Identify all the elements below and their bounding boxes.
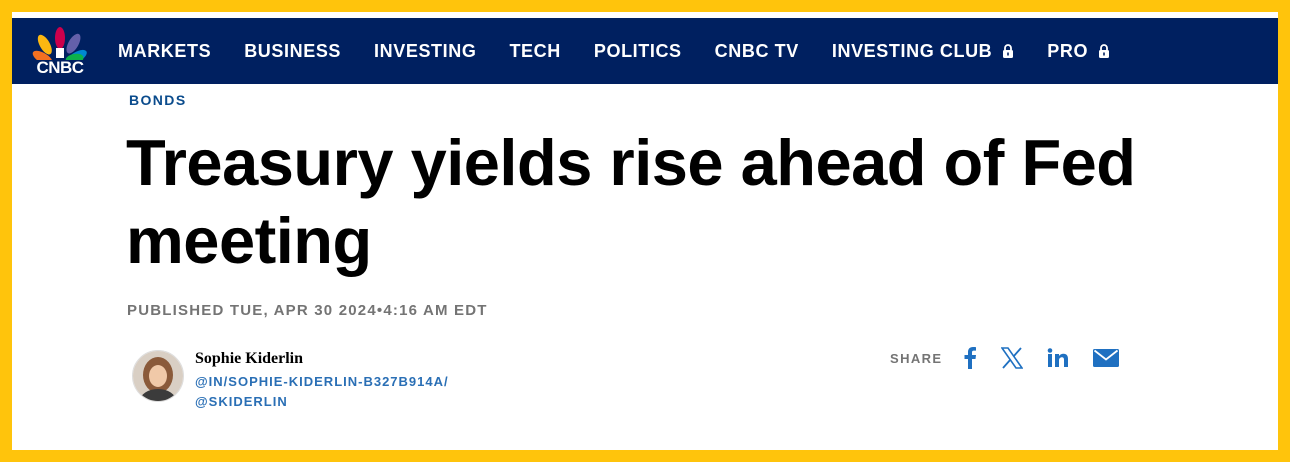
author-name[interactable]: Sophie Kiderlin bbox=[195, 350, 303, 368]
x-icon[interactable] bbox=[1000, 344, 1023, 372]
facebook-icon[interactable] bbox=[963, 344, 977, 372]
nav-menu: MARKETS BUSINESS INVESTING TECH POLITICS… bbox=[118, 18, 1143, 84]
email-icon[interactable] bbox=[1092, 344, 1119, 372]
author-linkedin-link[interactable]: @IN/SOPHIE-KIDERLIN-B327B914A/ bbox=[195, 374, 449, 389]
nav-item-label: PRO bbox=[1047, 40, 1089, 61]
author-photo bbox=[133, 351, 183, 401]
nav-item-pro[interactable]: PRO bbox=[1047, 41, 1110, 62]
author-avatar[interactable] bbox=[132, 350, 184, 402]
nav-item-business[interactable]: BUSINESS bbox=[244, 41, 341, 62]
nav-item-label: INVESTING bbox=[374, 40, 477, 61]
nav-item-label: TECH bbox=[509, 40, 561, 61]
nav-item-label: MARKETS bbox=[118, 40, 212, 61]
share-bar: SHARE bbox=[890, 344, 1143, 372]
section-label-link[interactable]: BONDS bbox=[129, 92, 187, 108]
top-navigation-bar: CNBC MARKETS BUSINESS INVESTING TECH POL… bbox=[12, 18, 1278, 84]
nav-item-label: BUSINESS bbox=[244, 40, 342, 61]
lock-icon bbox=[1099, 44, 1110, 58]
nav-item-investing[interactable]: INVESTING bbox=[374, 41, 476, 62]
linkedin-icon[interactable] bbox=[1047, 344, 1069, 372]
article-headline: Treasury yields rise ahead of Fed meetin… bbox=[126, 126, 1136, 277]
nav-item-politics[interactable]: POLITICS bbox=[594, 41, 682, 62]
page-frame: CNBC MARKETS BUSINESS INVESTING TECH POL… bbox=[12, 12, 1278, 450]
nav-item-label: INVESTING CLUB bbox=[831, 40, 993, 61]
logo-text: CNBC bbox=[36, 58, 84, 77]
nav-item-label: POLITICS bbox=[593, 40, 682, 61]
peacock-icon bbox=[32, 27, 87, 60]
share-label: SHARE bbox=[890, 350, 943, 366]
author-twitter-link[interactable]: @SKIDERLIN bbox=[195, 394, 288, 409]
nav-item-markets[interactable]: MARKETS bbox=[118, 41, 211, 62]
published-timestamp: PUBLISHED TUE, APR 30 2024•4:16 AM EDT bbox=[127, 302, 488, 319]
lock-icon bbox=[1003, 44, 1014, 58]
nav-item-label: CNBC TV bbox=[714, 40, 799, 61]
nav-item-tech[interactable]: TECH bbox=[509, 41, 560, 62]
nav-item-investing-club[interactable]: INVESTING CLUB bbox=[832, 41, 1014, 62]
nav-item-cnbc-tv[interactable]: CNBC TV bbox=[715, 41, 799, 62]
cnbc-logo[interactable]: CNBC bbox=[28, 24, 92, 78]
